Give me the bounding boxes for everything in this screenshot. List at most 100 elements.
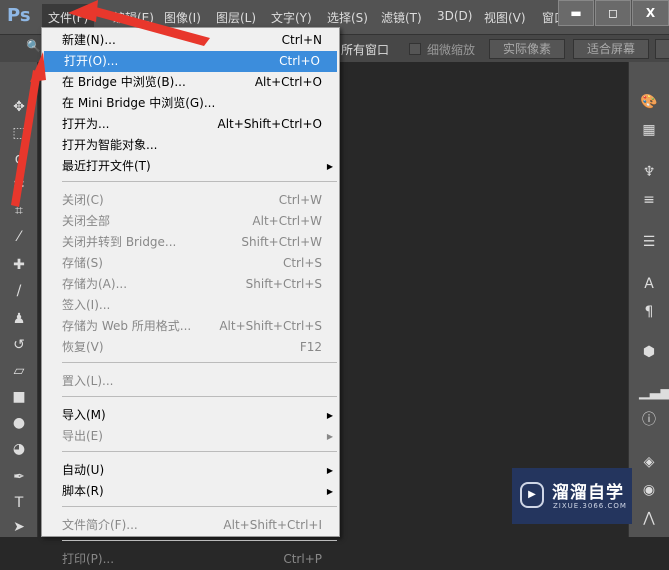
zoom-icon: 🔍 xyxy=(26,39,41,53)
menu-item-label: 打开为智能对象... xyxy=(62,138,158,152)
menu-item[interactable]: 自动(U) ▶ xyxy=(42,460,339,481)
menu-separator xyxy=(62,506,337,515)
menu-item[interactable]: 新建(N)... Ctrl+N xyxy=(42,30,339,51)
menu-2[interactable]: 图像(I) xyxy=(164,9,201,26)
menu-item[interactable]: 存储(S) Ctrl+S xyxy=(42,253,339,274)
menu-item-shortcut: Ctrl+N xyxy=(281,33,322,47)
menu-item-label: 打开为... xyxy=(62,117,110,131)
submenu-arrow-icon: ▶ xyxy=(326,487,333,496)
menu-item[interactable]: 导出(E) ▶ xyxy=(42,426,339,447)
menu-6[interactable]: 滤镜(T) xyxy=(381,9,422,26)
menu-item-label: 新建(N)... xyxy=(62,33,116,47)
path-selection-icon[interactable]: ➤ xyxy=(10,518,28,536)
menu-item[interactable]: 打开为智能对象... xyxy=(42,135,339,156)
clone-source-icon[interactable]: ☰ xyxy=(639,232,659,252)
menu-3[interactable]: 图层(L) xyxy=(216,9,256,26)
watermark-logo: ▶ 溜溜自学 ZIXUE.3066.COM xyxy=(512,468,632,524)
dodge-tool-icon[interactable]: ◕ xyxy=(10,440,28,458)
menu-separator xyxy=(62,362,337,371)
pen-tool-icon[interactable]: ✒ xyxy=(10,468,28,486)
maximize-button[interactable]: ◻ xyxy=(595,0,631,26)
close-button[interactable]: X xyxy=(632,0,669,26)
menu-5[interactable]: 选择(S) xyxy=(327,9,368,26)
menu-item-label: 存储为 Web 所用格式... xyxy=(62,319,192,333)
menu-item[interactable]: 存储为 Web 所用格式... Alt+Shift+Ctrl+S xyxy=(42,316,339,337)
menu-8[interactable]: 视图(V) xyxy=(484,9,526,26)
scrubby-zoom-label: 细微缩放 xyxy=(427,43,476,57)
character-icon[interactable]: A xyxy=(639,274,659,294)
menu-item[interactable]: 置入(L)... xyxy=(42,371,339,392)
menu-item[interactable]: 打印(P)... Ctrl+P xyxy=(42,549,339,570)
resize-all-windows-label[interactable]: 所有窗口 xyxy=(341,41,389,58)
menu-item-label: 在 Bridge 中浏览(B)... xyxy=(62,75,186,89)
adjustments-icon[interactable]: ≡ xyxy=(639,190,659,210)
menu-item[interactable]: 导入(M) ▶ xyxy=(42,405,339,426)
minimize-button[interactable]: ▬ xyxy=(558,0,594,26)
menu-item[interactable]: 最近打开文件(T) ▶ xyxy=(42,156,339,177)
menu-7[interactable]: 3D(D) xyxy=(437,9,472,23)
menu-item[interactable]: 打开(O)... Ctrl+O xyxy=(44,51,337,72)
lasso-tool-icon[interactable]: ϙ xyxy=(10,150,28,168)
scrubby-zoom-checkbox[interactable] xyxy=(409,43,421,55)
blur-tool-icon[interactable]: ● xyxy=(10,414,28,432)
stamp-tool-icon[interactable]: ♟ xyxy=(10,310,28,328)
eraser-icon[interactable]: ▱ xyxy=(10,362,28,380)
histogram-icon[interactable]: ▁▃▅ xyxy=(639,382,669,402)
brush-presets-icon[interactable]: ♆ xyxy=(639,162,659,182)
submenu-arrow-icon: ▶ xyxy=(326,411,333,420)
menu-item-shortcut: Shift+Ctrl+S xyxy=(245,277,322,291)
3d-cube-icon[interactable]: ⬢ xyxy=(639,342,659,362)
crop-tool-icon[interactable]: ⌗ xyxy=(10,202,28,220)
menu-item-label: 关闭(C) xyxy=(62,193,104,207)
paragraph-icon[interactable]: ¶ xyxy=(639,302,659,322)
menu-item[interactable]: 在 Mini Bridge 中浏览(G)... xyxy=(42,93,339,114)
menu-item[interactable]: 关闭全部 Alt+Ctrl+W xyxy=(42,211,339,232)
menu-item[interactable]: 签入(I)... xyxy=(42,295,339,316)
fill-screen-button[interactable] xyxy=(655,39,669,59)
menu-1[interactable]: 编辑(E) xyxy=(113,9,154,26)
watermark-url: ZIXUE.3066.COM xyxy=(553,502,627,510)
move-tool-icon[interactable]: ✥ xyxy=(10,98,28,116)
menu-item[interactable]: 存储为(A)... Shift+Ctrl+S xyxy=(42,274,339,295)
menu-item-shortcut: Ctrl+P xyxy=(283,552,322,566)
menu-item-label: 签入(I)... xyxy=(62,298,111,312)
menu-item[interactable]: 恢复(V) F12 xyxy=(42,337,339,358)
menu-item[interactable]: 关闭(C) Ctrl+W xyxy=(42,190,339,211)
info-icon[interactable]: ⓘ xyxy=(639,410,659,430)
menu-item[interactable]: 打开为... Alt+Shift+Ctrl+O xyxy=(42,114,339,135)
menu-item-label: 存储(S) xyxy=(62,256,103,270)
menu-item-shortcut: Ctrl+S xyxy=(282,256,322,270)
menu-item-label: 最近打开文件(T) xyxy=(62,159,151,173)
menu-item[interactable]: 关闭并转到 Bridge... Shift+Ctrl+W xyxy=(42,232,339,253)
actual-pixels-button[interactable]: 实际像素 xyxy=(489,39,565,59)
fit-screen-button[interactable]: 适合屏幕 xyxy=(573,39,649,59)
menu-4[interactable]: 文字(Y) xyxy=(271,9,312,26)
layers-icon[interactable]: ◈ xyxy=(639,452,659,472)
magic-wand-icon[interactable]: ✲ xyxy=(10,176,28,194)
menu-item-shortcut: Alt+Shift+Ctrl+I xyxy=(223,518,322,532)
type-tool-icon[interactable]: T xyxy=(10,494,28,512)
eyedropper-icon[interactable]: ⁄ xyxy=(10,228,28,246)
tools-panel: ✥ ⬚ ϙ ✲ ⌗ ⁄ ✚ / ♟ ↺ ▱ ■ ● ◕ ✒ T ➤ xyxy=(0,62,38,537)
menu-item[interactable]: 文件简介(F)... Alt+Shift+Ctrl+I xyxy=(42,515,339,536)
menu-item-label: 在 Mini Bridge 中浏览(G)... xyxy=(62,96,216,110)
menu-item[interactable]: 脚本(R) ▶ xyxy=(42,481,339,502)
menu-item-shortcut: Ctrl+W xyxy=(278,193,322,207)
menu-item-shortcut: Alt+Shift+Ctrl+S xyxy=(219,319,322,333)
menu-item-shortcut: Alt+Ctrl+W xyxy=(252,214,322,228)
color-palette-icon[interactable]: 🎨 xyxy=(639,92,659,112)
right-panel-dock: 🎨 ▦ ♆ ≡ ☰ A ¶ ⬢ ▁▃▅ ⓘ ◈ ◉ ⋀ xyxy=(628,62,669,537)
swatches-grid-icon[interactable]: ▦ xyxy=(639,120,659,140)
brush-tool-icon[interactable]: / xyxy=(10,282,28,300)
marquee-tool-icon[interactable]: ⬚ xyxy=(10,124,28,142)
menu-item[interactable]: 在 Bridge 中浏览(B)... Alt+Ctrl+O xyxy=(42,72,339,93)
submenu-arrow-icon: ▶ xyxy=(326,162,333,171)
paths-icon[interactable]: ⋀ xyxy=(639,508,659,528)
menu-item-label: 恢复(V) xyxy=(62,340,104,354)
history-brush-icon[interactable]: ↺ xyxy=(10,336,28,354)
gradient-tool-icon[interactable]: ■ xyxy=(10,388,28,406)
menu-item-label: 导入(M) xyxy=(62,408,106,422)
healing-brush-icon[interactable]: ✚ xyxy=(10,256,28,274)
menu-item-shortcut: Shift+Ctrl+W xyxy=(241,235,322,249)
channels-icon[interactable]: ◉ xyxy=(639,480,659,500)
